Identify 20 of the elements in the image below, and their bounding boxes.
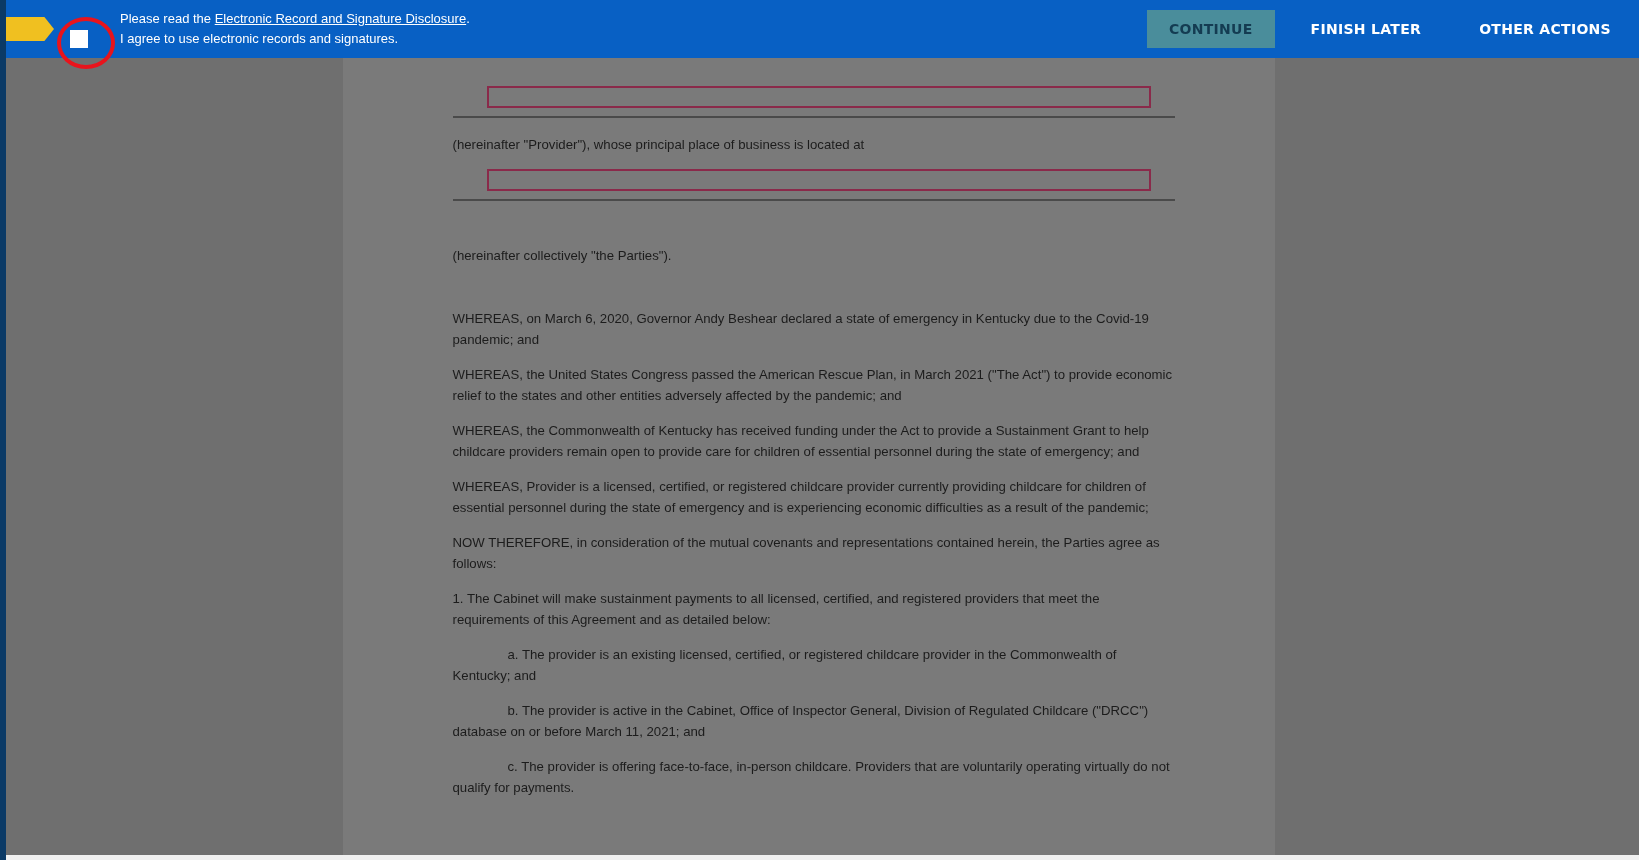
input-field[interactable]: [486, 86, 1151, 108]
document-paragraph: NOW THEREFORE, in consideration of the mutual covenants and representations contained herein, the Parties agree as follows:: [452, 534, 1161, 573]
document-paragraph: b. The provider is active in the Cabinet, Office of Inspector General, Division of Regulated Childcare ("DRCC") database on or before March 11, 2021; and: [452, 702, 1150, 741]
document-paragraph: c. The provider is offering face-to-face, in-person childcare. Providers that are voluntarily operating virtually do not qualify for payments.: [452, 758, 1171, 797]
document-paragraph: a. The provider is an existing licensed, certified, or registered childcare provider in the Commonwealth of Kentucky; and: [452, 646, 1118, 685]
document-paragraph: 1. The Cabinet will make sustainment payments to all licensed, certified, and registered providers that meet the requirements of this Agreement and as detailed below:: [452, 590, 1101, 629]
document-paragraph: (hereinafter "Provider"), whose principal place of business is located at: [452, 136, 866, 154]
highlight-circle: [56, 16, 116, 70]
document-paragraph: WHEREAS, on March 6, 2020, Governor Andy Beshear declared a state of emergency in Kentucky due to the Covid-19 pandemic; and: [452, 310, 1150, 349]
flag-icon: [6, 17, 54, 41]
input-field[interactable]: [486, 169, 1151, 191]
document-paragraph: WHEREAS, Provider is a licensed, certified, or registered childcare provider currently providing childcare for children of essential personnel during the state of emergency and is experiencing economic difficulties as a result of the pandemic;: [452, 478, 1150, 517]
action-button[interactable]: OTHER ACTIONS: [1457, 10, 1633, 48]
document-paragraph: (hereinafter collectively "the Parties").: [452, 247, 673, 265]
action-button[interactable]: FINISH LATER: [1288, 10, 1444, 48]
agree-checkbox[interactable]: [70, 29, 88, 48]
document-paragraph: WHEREAS, the Commonwealth of Kentucky has received funding under the Act to provide a Sustainment Grant to help childcare providers remain open to provide care for children of essential personnel during the state of emergency; and: [452, 422, 1150, 461]
agree-label: I agree to use electronic records and signatures.: [120, 31, 399, 46]
disclosure-notice: Please read the Electronic Record and Signature Disclosure.: [119, 10, 470, 26]
document-paragraph: WHEREAS, the United States Congress passed the American Rescue Plan, in March 2021 ("The Act") to provide economic relief to the states and other entities adversely affected by the pandemic; and: [452, 366, 1174, 405]
